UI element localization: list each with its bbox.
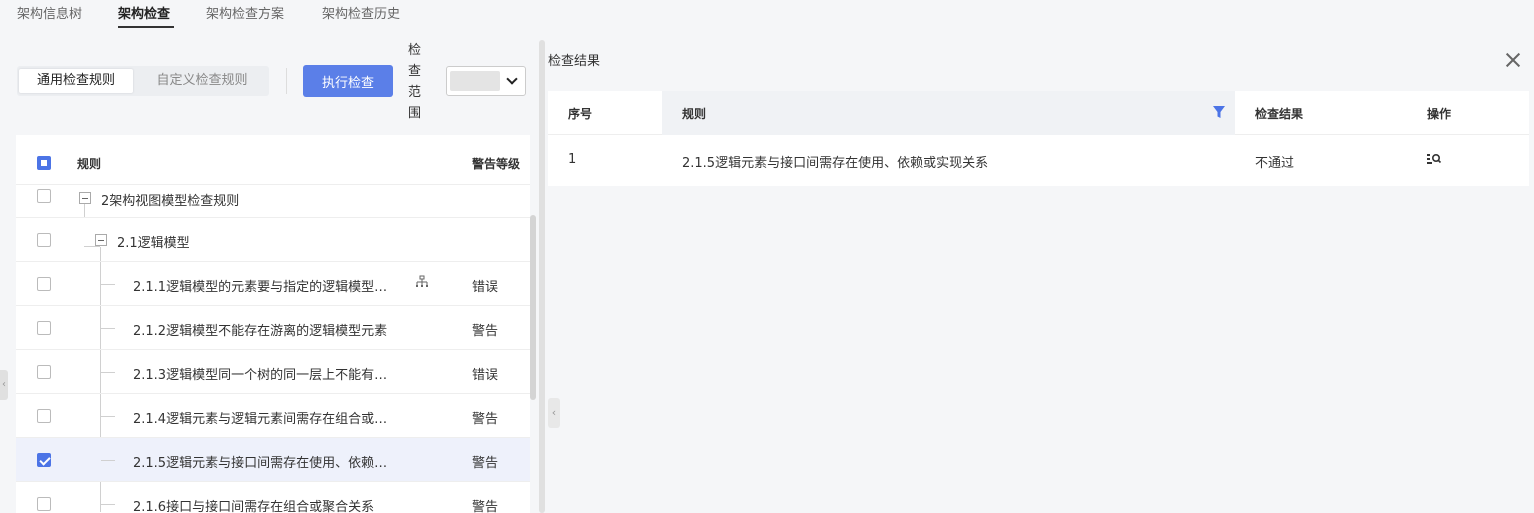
warning-level: 警告 (472, 500, 499, 513)
rule-label: 2.1.6接口与接口间需存在组合或聚合关系 (133, 500, 375, 513)
tab-check-plan[interactable]: 架构检查方案 (206, 3, 284, 22)
collapse-left-icon[interactable]: ‹ (0, 370, 8, 400)
result-column-header: 检查结果 (1255, 107, 1304, 121)
rule-label: 2.1.4逻辑元素与逻辑元素间需存在组合或… (133, 412, 388, 427)
row-checkbox[interactable] (37, 233, 51, 247)
row-checkbox[interactable] (37, 497, 51, 511)
results-table-header: 序号 规则 检查结果 操作 (548, 91, 1529, 135)
warning-level: 警告 (472, 456, 499, 471)
rule-row[interactable]: 2.1.4逻辑元素与逻辑元素间需存在组合或… 警告 (16, 394, 530, 438)
rule-column-header: 规则 (682, 107, 707, 121)
rule-label: 2.1.5逻辑元素与接口间需存在使用、依赖… (133, 456, 388, 471)
run-check-button[interactable]: 执行检查 (303, 65, 393, 97)
row-checkbox[interactable] (37, 409, 51, 423)
results-panel: 检查结果 序号 规则 检查结果 操作 1 2.1.5逻辑元素与接口间需存在使用、… (548, 40, 1534, 513)
rule-label: 2.1.3逻辑模型同一个树的同一层上不能有… (133, 368, 388, 383)
result-status: 不通过 (1255, 156, 1295, 171)
panel-splitter[interactable] (539, 40, 545, 513)
tree-line (101, 372, 115, 373)
tree-line (101, 328, 115, 329)
rule-label: 2.1逻辑模型 (117, 236, 190, 251)
scope-label: 检查范围 (408, 43, 422, 121)
select-all-checkbox[interactable] (37, 156, 51, 170)
rule-row[interactable]: 2.1.2逻辑模型不能存在游离的逻辑模型元素 警告 (16, 306, 530, 350)
rule-row-selected[interactable]: 2.1.5逻辑元素与接口间需存在使用、依赖… 警告 (16, 438, 530, 482)
result-rule: 2.1.5逻辑元素与接口间需存在使用、依赖或实现关系 (682, 156, 989, 171)
warning-level: 错误 (472, 368, 499, 383)
rule-row-group[interactable]: 2架构视图模型检查规则 (16, 185, 530, 218)
top-tabs: 架构信息树 架构检查 架构检查方案 架构检查历史 (0, 0, 540, 30)
tab-architecture-tree[interactable]: 架构信息树 (17, 3, 82, 22)
rule-row[interactable]: 2.1.6接口与接口间需存在组合或聚合关系 警告 (16, 482, 530, 513)
warning-level: 警告 (472, 412, 499, 427)
rule-label: 2架构视图模型检查规则 (101, 194, 240, 209)
close-icon[interactable] (1505, 52, 1521, 68)
collapse-icon[interactable] (79, 192, 91, 204)
tree-line (101, 504, 115, 505)
rule-row[interactable]: 2.1.1逻辑模型的元素要与指定的逻辑模型… 错误 (16, 262, 530, 306)
level-column-header: 警告等级 (472, 157, 521, 171)
scope-select-value (450, 71, 500, 91)
scope-select[interactable] (446, 66, 526, 96)
rule-row-subgroup[interactable]: 2.1逻辑模型 (16, 218, 530, 262)
active-tab-indicator (118, 26, 174, 28)
action-column-header: 操作 (1427, 107, 1452, 121)
warning-level: 警告 (472, 324, 499, 339)
results-table: 序号 规则 检查结果 操作 1 2.1.5逻辑元素与接口间需存在使用、依赖或实现… (548, 91, 1529, 186)
tree-line (101, 416, 115, 417)
row-checkbox[interactable] (37, 277, 51, 291)
row-checkbox[interactable] (37, 189, 51, 203)
filter-icon[interactable] (1213, 106, 1225, 119)
view-detail-icon[interactable] (1427, 153, 1443, 165)
collapse-icon[interactable] (95, 234, 107, 246)
tab-architecture-check[interactable]: 架构检查 (118, 3, 170, 22)
warning-level: 错误 (472, 280, 499, 295)
row-checkbox-checked[interactable] (37, 453, 51, 467)
rules-table-header: 规则 警告等级 (16, 135, 530, 185)
rules-panel: 通用检查规则 自定义检查规则 执行检查 检查范围 规则 警告等级 2架构视图模型… (0, 30, 540, 513)
row-checkbox[interactable] (37, 321, 51, 335)
tree-line (101, 284, 115, 285)
segment-custom-rules[interactable]: 自定义检查规则 (137, 69, 267, 93)
rule-row[interactable]: 2.1.3逻辑模型同一个树的同一层上不能有… 错误 (16, 350, 530, 394)
rule-label: 2.1.2逻辑模型不能存在游离的逻辑模型元素 (133, 324, 388, 339)
rule-column-header: 规则 (77, 157, 102, 171)
tab-check-history[interactable]: 架构检查历史 (322, 3, 400, 22)
results-title: 检查结果 (548, 54, 601, 69)
row-checkbox[interactable] (37, 365, 51, 379)
index-column-header: 序号 (568, 107, 593, 121)
result-index: 1 (568, 152, 577, 167)
segment-general-rules[interactable]: 通用检查规则 (19, 69, 133, 93)
tree-line (101, 460, 115, 461)
rule-header-highlight (662, 91, 1235, 135)
rule-type-segmented-control: 通用检查规则 自定义检查规则 (17, 66, 269, 96)
results-row[interactable]: 1 2.1.5逻辑元素与接口间需存在使用、依赖或实现关系 不通过 (548, 135, 1529, 186)
tree-structure-icon[interactable] (415, 275, 429, 289)
rules-table: 规则 警告等级 2架构视图模型检查规则 2.1逻辑模型 2.1.1逻辑模型的元素… (16, 135, 530, 513)
rules-scrollbar[interactable] (530, 215, 536, 400)
toolbar-divider (286, 68, 287, 94)
rule-label: 2.1.1逻辑模型的元素要与指定的逻辑模型… (133, 280, 388, 295)
chevron-down-icon (506, 73, 518, 85)
